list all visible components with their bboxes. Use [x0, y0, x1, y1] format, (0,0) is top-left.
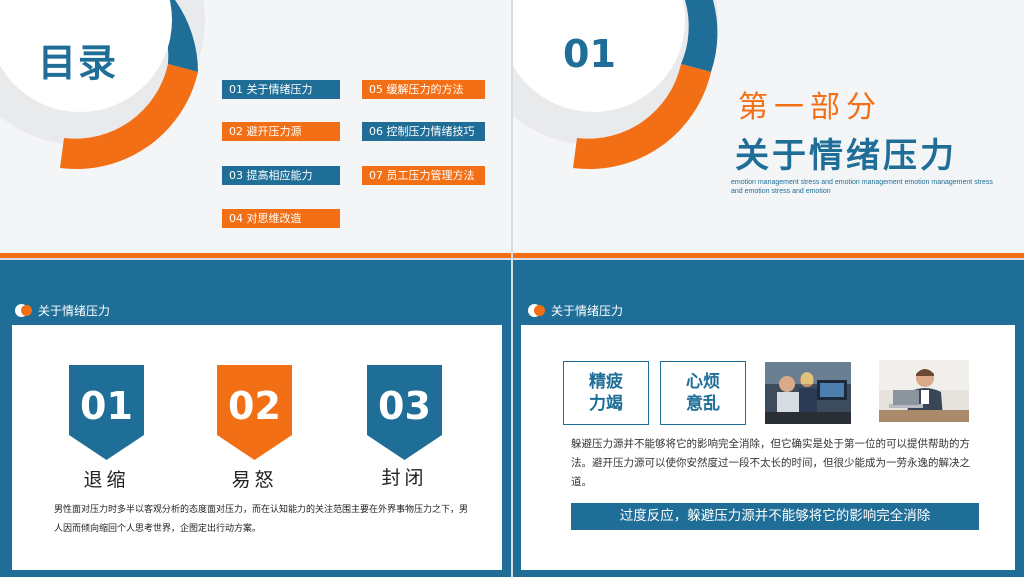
- badge-01-shape: 01: [69, 365, 144, 460]
- badge-02-shape: 02: [217, 365, 292, 460]
- contents-title: 目录: [38, 41, 119, 85]
- accent-bar: [513, 253, 1024, 258]
- menu-item-02[interactable]: 02 避开压力源: [222, 122, 340, 141]
- slide-badges[interactable]: 关于情绪压力 01 退缩 02 易怒 03 封闭 男性面对压力时多半以客观分析的…: [0, 260, 511, 577]
- office-workers-photo: [765, 362, 851, 424]
- section-number: 01: [563, 32, 616, 76]
- slide-boxes[interactable]: 关于情绪压力 精疲力竭 心烦意乱 躲避压力源并不能够将它的影响完全消除，但它确实…: [513, 260, 1024, 577]
- header-title: 关于情绪压力: [551, 304, 624, 318]
- box-exhausted: 精疲力竭: [563, 361, 649, 425]
- decorative-arc: [513, 0, 718, 170]
- menu-item-01[interactable]: 01 关于情绪压力: [222, 80, 340, 99]
- badge-02-number: 02: [228, 384, 281, 428]
- menu-item-04[interactable]: 04 对思维改造: [222, 209, 340, 228]
- content-panel: 精疲力竭 心烦意乱 躲避压力源并不能够将它的影响完全消除，但它确实是处于第一位的…: [521, 325, 1015, 570]
- badge-02-label: 易怒: [231, 469, 278, 491]
- content-panel: 01 退缩 02 易怒 03 封闭 男性面对压力时多半以客观分析的态度面对压力，…: [12, 325, 502, 570]
- accent-bar: [0, 253, 511, 258]
- decorative-arc: [0, 0, 205, 170]
- slide-header: 关于情绪压力: [528, 302, 623, 319]
- highlight-banner: 过度反应，躲避压力源并不能够将它的影响完全消除: [571, 503, 979, 530]
- badge-01-number: 01: [80, 384, 133, 428]
- badge-01-label: 退缩: [83, 469, 130, 491]
- part-title: 关于情绪压力: [735, 136, 957, 176]
- slide-part-one[interactable]: 01 第一部分 关于情绪压力 emotion management stress…: [513, 0, 1024, 258]
- boxes-description: 躲避压力源并不能够将它的影响完全消除，但它确实是处于第一位的可以提供帮助的方法。…: [571, 438, 970, 488]
- businessman-laptop-photo: [879, 360, 969, 422]
- badge-03-shape: 03: [367, 365, 442, 460]
- menu-item-06[interactable]: 06 控制压力情绪技巧: [362, 122, 485, 141]
- badge-03-label: 封闭: [381, 467, 428, 489]
- menu-item-07[interactable]: 07 员工压力管理方法: [362, 166, 485, 185]
- english-subtitle: emotion management stress and emotion ma…: [731, 179, 993, 195]
- badge-description: 男性面对压力时多半以客观分析的态度面对压力，而在认知能力的关注范围主要在外界事物…: [54, 505, 469, 534]
- part-label: 第一部分: [738, 90, 882, 125]
- box-upset: 心烦意乱: [660, 361, 746, 425]
- slide-header: 关于情绪压力: [15, 302, 110, 319]
- menu-item-05[interactable]: 05 缓解压力的方法: [362, 80, 485, 99]
- header-circle-icon: [15, 303, 32, 319]
- header-title: 关于情绪压力: [38, 304, 111, 318]
- slide-contents[interactable]: 目录 01 关于情绪压力 02 避开压力源 03 提高相应能力 04 对思维改造…: [0, 0, 511, 258]
- badge-03-number: 03: [378, 384, 431, 428]
- menu-item-03[interactable]: 03 提高相应能力: [222, 166, 340, 185]
- header-circle-icon: [528, 303, 545, 319]
